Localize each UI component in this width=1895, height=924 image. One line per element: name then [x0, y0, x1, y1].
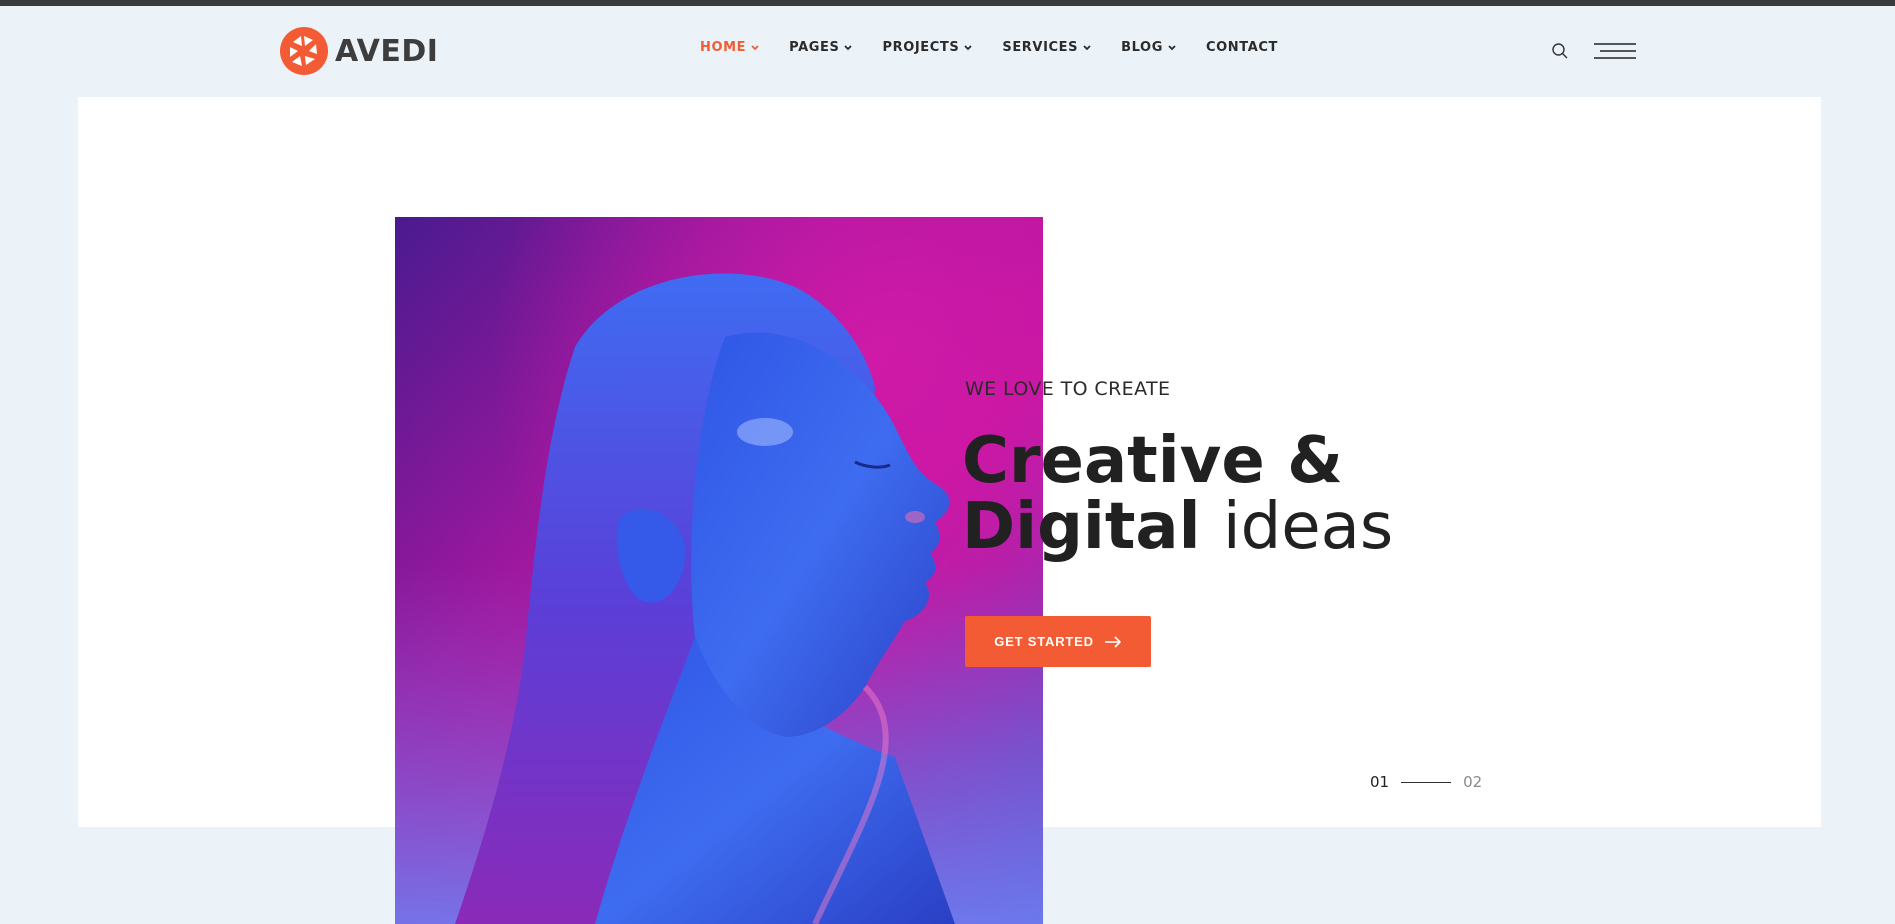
chevron-down-icon — [844, 44, 853, 50]
hamburger-menu-icon[interactable] — [1594, 42, 1636, 64]
nav-label: HOME — [700, 40, 747, 55]
nav-label: PAGES — [789, 40, 840, 55]
hero-portrait-image — [395, 217, 1043, 924]
aperture-logo-icon — [280, 27, 328, 75]
headline-line2-bold: Digital — [962, 490, 1201, 564]
nav-item-home[interactable]: HOME — [700, 40, 759, 55]
nav-item-contact[interactable]: CONTACT — [1206, 40, 1278, 55]
chevron-down-icon — [1168, 44, 1176, 50]
nav-label: SERVICES — [1002, 40, 1079, 55]
nav-item-services[interactable]: SERVICES — [1002, 40, 1091, 55]
nav-label: PROJECTS — [882, 40, 960, 55]
nav-item-pages[interactable]: PAGES — [789, 40, 853, 55]
headline-line1: Creative & — [962, 424, 1343, 498]
slide-01[interactable]: 01 — [1370, 773, 1389, 791]
nav-label: BLOG — [1121, 40, 1163, 55]
main-navigation: HOME PAGES PROJECTS SERVICES BLOG CONTAC… — [700, 40, 1278, 55]
hero-kicker: WE LOVE TO CREATE — [965, 378, 1171, 400]
chevron-down-icon — [751, 44, 759, 50]
get-started-button[interactable]: GET STARTED — [965, 616, 1151, 667]
nav-item-projects[interactable]: PROJECTS — [882, 40, 972, 55]
hero-headline: Creative & Digital ideas — [962, 428, 1393, 560]
top-border-bar — [0, 0, 1895, 6]
arrow-right-icon — [1104, 635, 1121, 648]
cta-label: GET STARTED — [994, 634, 1094, 649]
pager-divider-line — [1401, 781, 1452, 783]
brand-name: AVEDI — [335, 33, 439, 69]
slide-02[interactable]: 02 — [1463, 773, 1482, 791]
headline-line2-light: ideas — [1222, 490, 1394, 564]
brand-logo[interactable]: AVEDI — [279, 26, 438, 76]
nav-item-blog[interactable]: BLOG — [1121, 40, 1176, 55]
nav-label: CONTACT — [1205, 40, 1278, 55]
search-icon[interactable] — [1551, 42, 1569, 60]
slide-pager: 01 02 — [1370, 773, 1482, 791]
chevron-down-icon — [964, 44, 972, 50]
chevron-down-icon — [1083, 44, 1091, 50]
